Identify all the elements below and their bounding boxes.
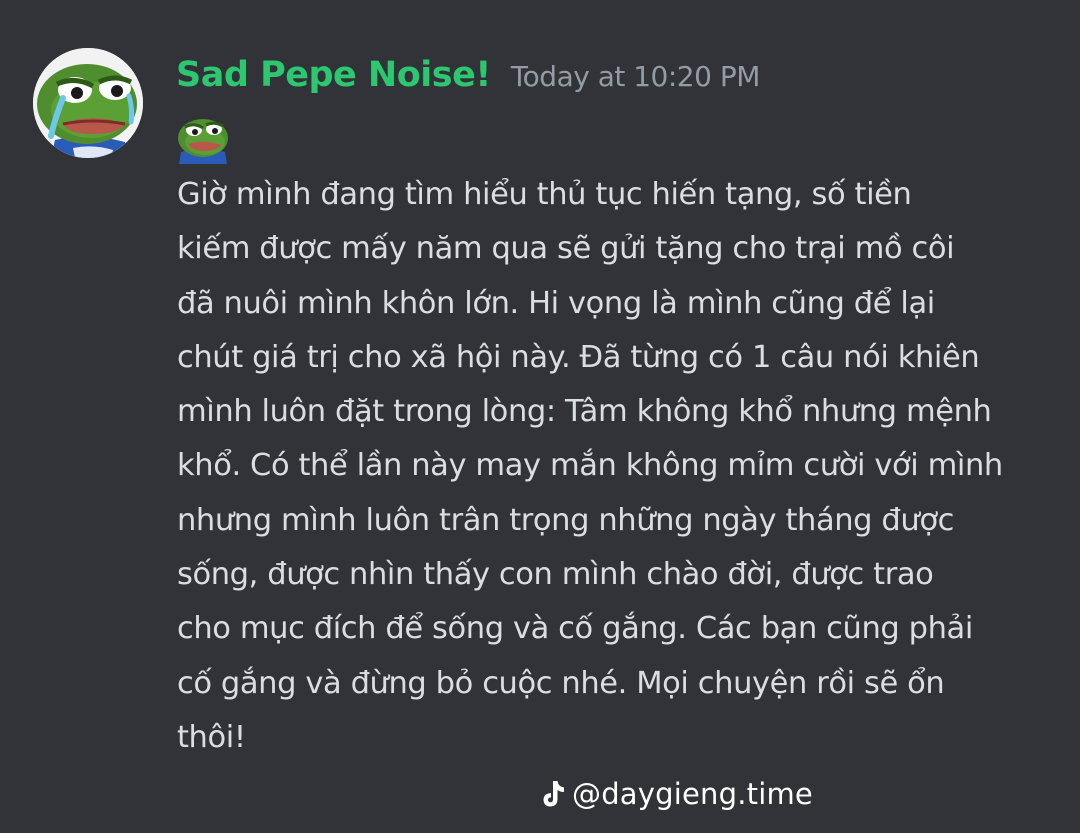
- message-line: kiếm được mấy năm qua sẽ gửi tặng cho tr…: [177, 231, 955, 267]
- message-line: khổ. Có thể lần này may mắn không mỉm cư…: [177, 448, 1003, 484]
- pepe-emoji-icon: [175, 112, 231, 164]
- message-line: cho mục đích để sống và cố gắng. Các bạn…: [177, 611, 973, 647]
- message-line: Giờ mình đang tìm hiểu thủ tục hiến tạng…: [177, 177, 912, 212]
- message-header: Sad Pepe Noise! Today at 10:20 PM: [176, 55, 760, 107]
- message-line: cố gắng và đừng bỏ cuộc nhé. Mọi chuyện …: [177, 665, 945, 701]
- tiktok-icon: [543, 781, 564, 807]
- sad-pepe-avatar-icon: [33, 48, 143, 158]
- watermark-text: @daygieng.time: [572, 777, 813, 811]
- message-line: chút giá trị cho xã hội này. Đã từng có …: [177, 339, 980, 375]
- watermark: @daygieng.time: [540, 772, 813, 816]
- message-line: đã nuôi mình khôn lớn. Hi vọng là mình c…: [177, 285, 935, 321]
- message-line: sống, được nhìn thấy con mình chào đời, …: [177, 557, 934, 593]
- message-line: mình luôn đặt trong lòng: Tâm không khổ …: [177, 394, 992, 430]
- message-content: Giờ mình đang tìm hiểu thủ tục hiến tạng…: [177, 168, 1067, 765]
- chat-message: Sad Pepe Noise! Today at 10:20 PM Giờ mìn…: [0, 0, 1080, 833]
- message-line: thôi!: [177, 719, 246, 755]
- author-avatar[interactable]: [33, 48, 143, 158]
- author-name[interactable]: Sad Pepe Noise!: [176, 55, 491, 95]
- message-timestamp: Today at 10:20 PM: [510, 60, 761, 93]
- message-line: nhưng mình luôn trân trọng những ngày th…: [177, 502, 954, 538]
